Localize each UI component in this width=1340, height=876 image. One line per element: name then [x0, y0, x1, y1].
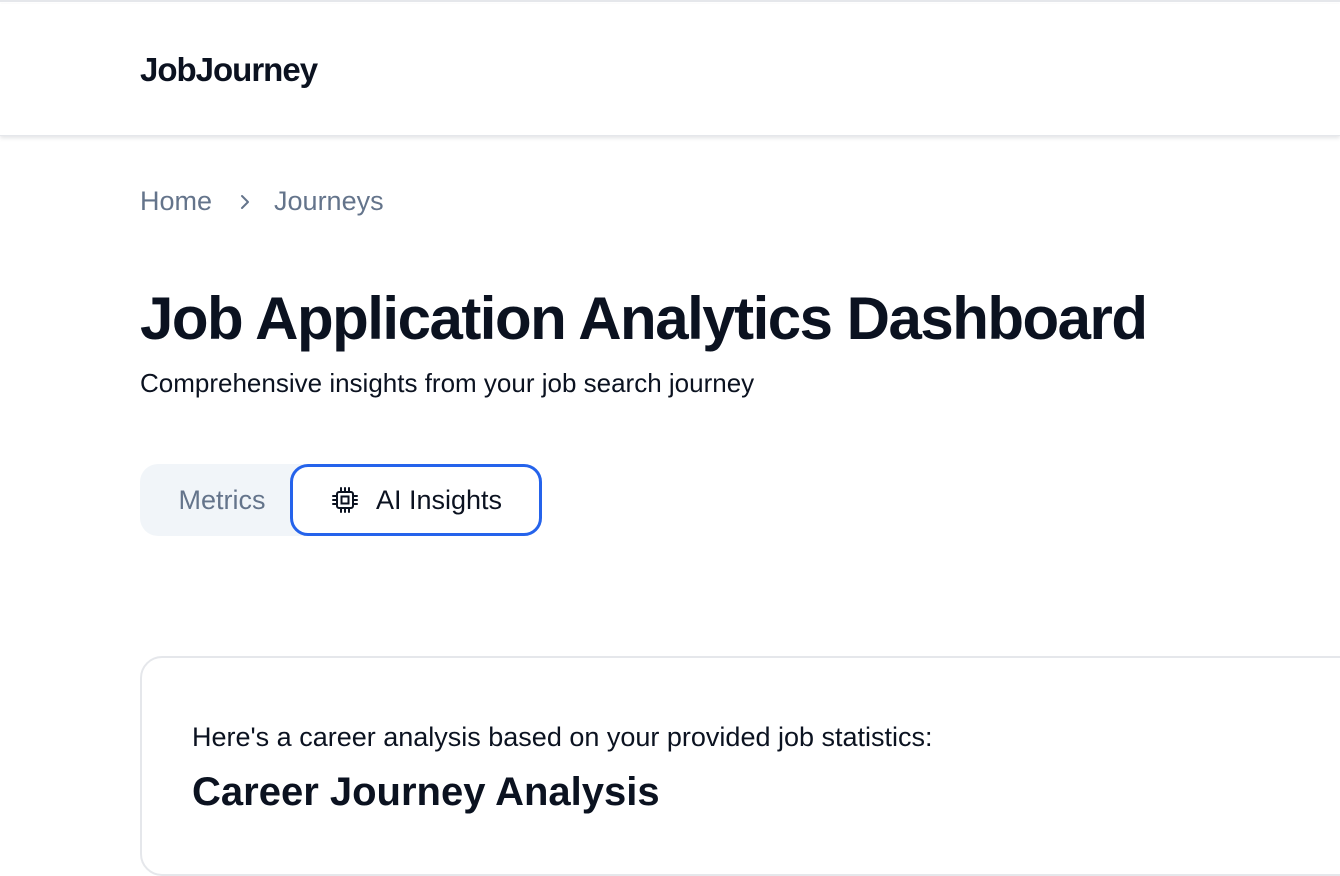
- app-header: JobJourney: [0, 4, 1340, 136]
- tab-ai-insights[interactable]: AI Insights: [290, 464, 542, 536]
- insights-intro: Here's a career analysis based on your p…: [192, 722, 933, 752]
- tab-ai-insights-label: AI Insights: [375, 484, 503, 515]
- view-tabs: Metrics AI Insights: [140, 464, 542, 536]
- breadcrumb-home[interactable]: Home: [140, 186, 212, 217]
- breadcrumb: Home Journeys: [140, 186, 384, 217]
- insights-card: Here's a career analysis based on your p…: [140, 656, 1340, 876]
- app-logo[interactable]: JobJourney: [140, 51, 318, 89]
- insights-heading: Career Journey Analysis: [192, 770, 660, 814]
- tab-metrics[interactable]: Metrics: [140, 464, 304, 536]
- page-subtitle: Comprehensive insights from your job sea…: [140, 368, 755, 398]
- cpu-chip-icon: [330, 485, 360, 515]
- tab-metrics-label: Metrics: [178, 484, 266, 515]
- chevron-right-icon: [238, 192, 252, 212]
- breadcrumb-journeys[interactable]: Journeys: [274, 186, 384, 217]
- page-title: Job Application Analytics Dashboard: [140, 285, 1148, 352]
